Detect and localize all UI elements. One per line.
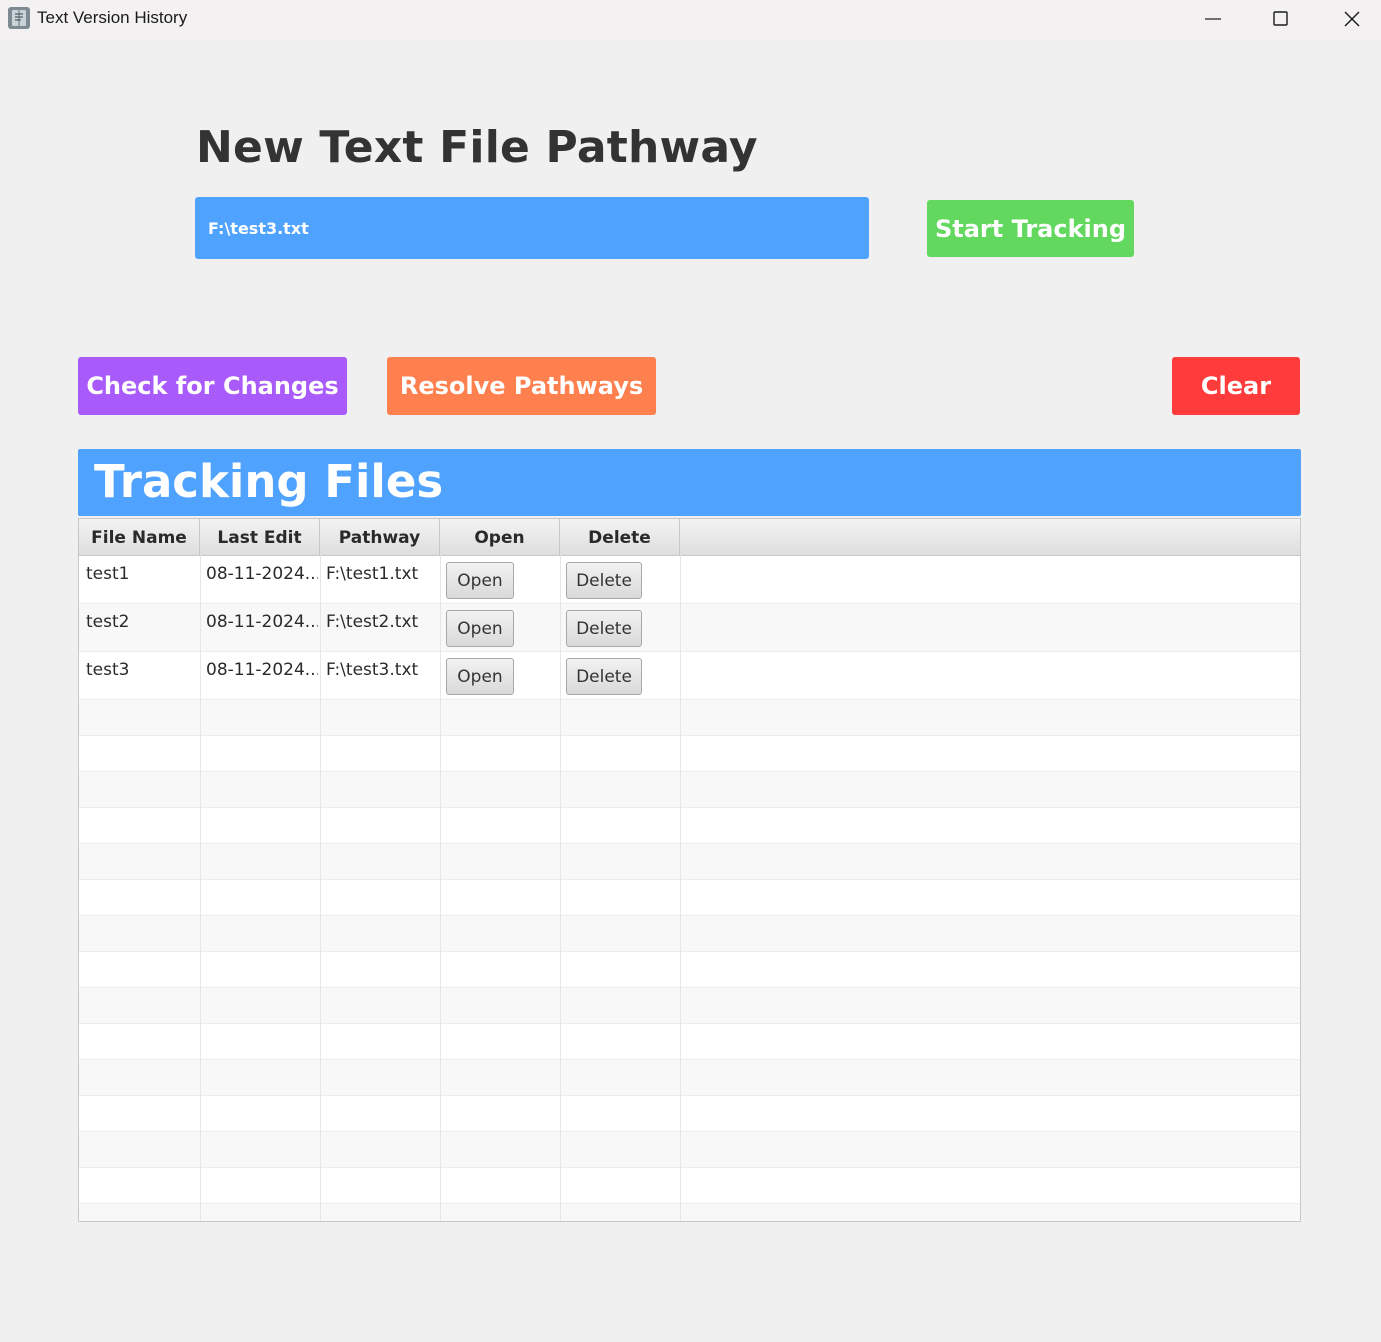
column-header-file-name[interactable]: File Name xyxy=(79,519,200,555)
file-name-cell: test1 xyxy=(86,564,130,584)
pathway-cell: F:\test2.txt xyxy=(326,612,419,632)
open-button[interactable]: Open xyxy=(446,562,514,599)
empty-row xyxy=(79,916,1300,952)
last-edit-cell: 08-11-2024... xyxy=(206,612,318,632)
minimize-button[interactable] xyxy=(1190,0,1236,38)
empty-row xyxy=(79,1204,1300,1221)
column-header-last-edit[interactable]: Last Edit xyxy=(200,519,320,555)
open-button[interactable]: Open xyxy=(446,658,514,695)
close-button[interactable] xyxy=(1329,0,1375,38)
delete-button[interactable]: Delete xyxy=(566,658,642,695)
empty-row xyxy=(79,844,1300,880)
empty-row xyxy=(79,988,1300,1024)
table-row[interactable]: test1 08-11-2024... F:\test1.txt Open Delete xyxy=(79,556,1300,604)
app-icon xyxy=(8,7,30,29)
empty-row xyxy=(79,1060,1300,1096)
table-header: File Name Last Edit Pathway Open Delete xyxy=(79,519,1300,556)
empty-row xyxy=(79,952,1300,988)
empty-row xyxy=(79,772,1300,808)
table-row[interactable]: test3 08-11-2024... F:\test3.txt Open Delete xyxy=(79,652,1300,700)
app-window: Text Version History New Text File Pathw… xyxy=(0,0,1381,1342)
empty-row xyxy=(79,808,1300,844)
column-header-pathway[interactable]: Pathway xyxy=(320,519,440,555)
table-row[interactable]: test2 08-11-2024... F:\test2.txt Open Delete xyxy=(79,604,1300,652)
resolve-pathways-button[interactable]: Resolve Pathways xyxy=(387,357,656,415)
close-icon xyxy=(1344,11,1360,27)
last-edit-cell: 08-11-2024... xyxy=(206,660,318,680)
pathway-cell: F:\test3.txt xyxy=(326,660,419,680)
column-header-delete[interactable]: Delete xyxy=(560,519,680,555)
column-divider xyxy=(200,555,201,1221)
column-divider xyxy=(440,555,441,1221)
minimize-icon xyxy=(1205,18,1221,20)
empty-row xyxy=(79,880,1300,916)
tracking-files-banner: Tracking Files xyxy=(78,449,1301,516)
file-name-cell: test2 xyxy=(86,612,130,632)
empty-row xyxy=(79,1024,1300,1060)
new-file-heading: New Text File Pathway xyxy=(196,122,758,173)
file-path-input[interactable] xyxy=(195,197,869,259)
column-divider xyxy=(680,555,681,1221)
column-divider xyxy=(320,555,321,1221)
empty-row xyxy=(79,1096,1300,1132)
empty-row xyxy=(79,1168,1300,1204)
maximize-button[interactable] xyxy=(1258,0,1304,38)
open-button[interactable]: Open xyxy=(446,610,514,647)
delete-button[interactable]: Delete xyxy=(566,610,642,647)
title-bar: Text Version History xyxy=(0,0,1381,40)
empty-row xyxy=(79,700,1300,736)
file-name-cell: test3 xyxy=(86,660,130,680)
column-header-open[interactable]: Open xyxy=(440,519,560,555)
delete-button[interactable]: Delete xyxy=(566,562,642,599)
column-divider xyxy=(560,555,561,1221)
empty-row xyxy=(79,736,1300,772)
last-edit-cell: 08-11-2024... xyxy=(206,564,318,584)
clear-button[interactable]: Clear xyxy=(1172,357,1300,415)
window-title: Text Version History xyxy=(37,8,188,27)
start-tracking-button[interactable]: Start Tracking xyxy=(927,200,1134,257)
pathway-cell: F:\test1.txt xyxy=(326,564,419,584)
tracking-table[interactable]: File Name Last Edit Pathway Open Delete … xyxy=(78,518,1301,1222)
check-for-changes-button[interactable]: Check for Changes xyxy=(78,357,347,415)
empty-row xyxy=(79,1132,1300,1168)
maximize-icon xyxy=(1273,11,1288,26)
tracking-files-title: Tracking Files xyxy=(94,455,444,508)
